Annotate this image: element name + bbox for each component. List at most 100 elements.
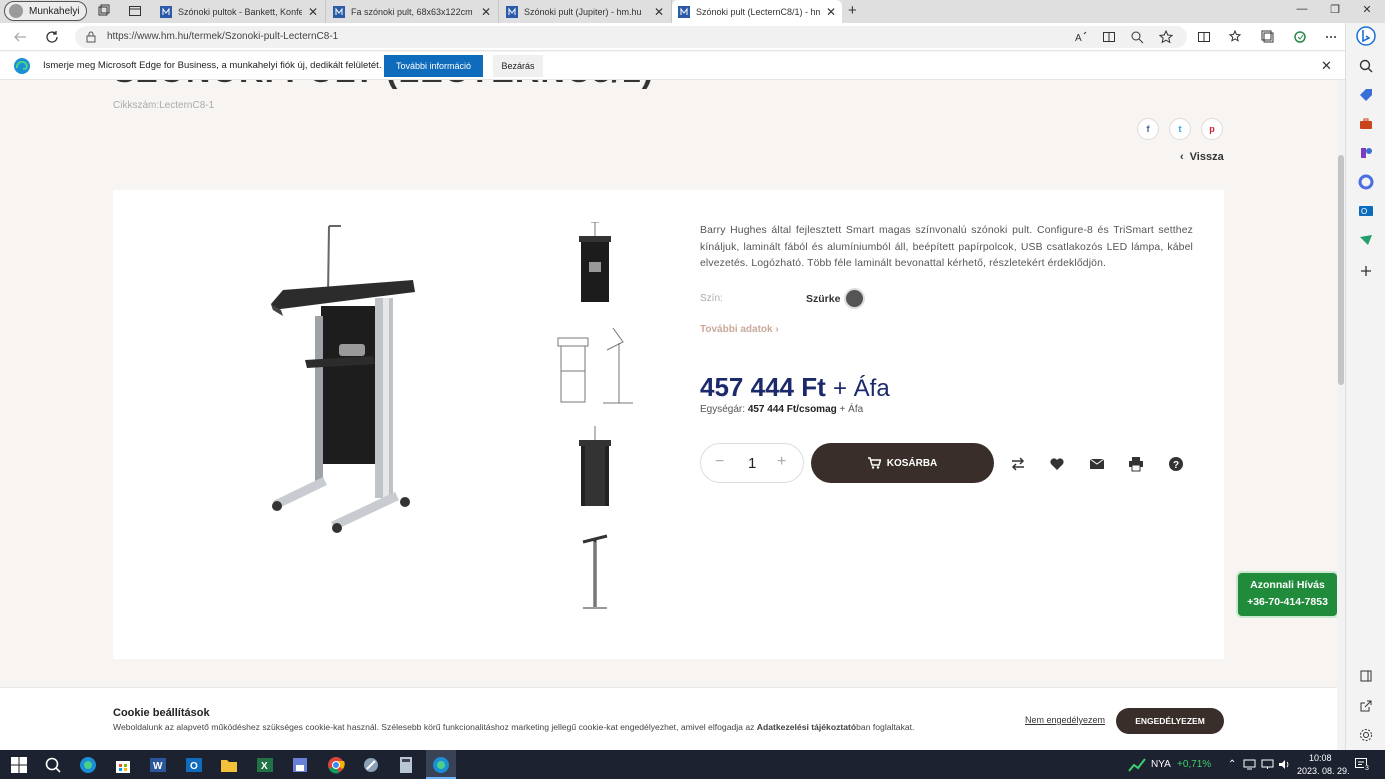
hm-favicon-icon xyxy=(333,5,345,18)
compare-icon[interactable] xyxy=(1010,456,1026,472)
workspaces-icon[interactable] xyxy=(97,4,111,18)
profile-label: Munkahelyi xyxy=(29,5,80,17)
product-main-image[interactable] xyxy=(263,220,423,540)
app-tools-icon[interactable] xyxy=(362,756,380,774)
cookie-text-start: Weboldalunk az alapvető működéshez szüks… xyxy=(113,722,757,732)
word-icon[interactable]: W xyxy=(149,756,167,774)
tools-briefcase-icon[interactable] xyxy=(1358,116,1374,132)
scrollbar-thumb[interactable] xyxy=(1338,155,1344,385)
question-icon[interactable]: ? xyxy=(1168,456,1184,472)
back-icon[interactable] xyxy=(12,29,28,45)
games-icon[interactable] xyxy=(1358,145,1374,161)
add-sidebar-icon[interactable] xyxy=(1358,263,1374,279)
pinterest-share-icon[interactable]: p xyxy=(1201,118,1223,140)
immersive-reader-icon[interactable] xyxy=(1102,30,1116,44)
stock-chart-icon[interactable] xyxy=(1128,757,1146,773)
price-suffix: + Áfa xyxy=(832,375,890,402)
display-icon[interactable] xyxy=(1261,759,1274,770)
app-icon[interactable] xyxy=(291,756,309,774)
sidebar-layout-icon[interactable] xyxy=(1358,668,1374,684)
edge-taskbar-icon[interactable] xyxy=(79,756,97,774)
close-tab-icon[interactable]: ✕ xyxy=(481,5,491,19)
close-tab-icon[interactable]: ✕ xyxy=(654,5,664,19)
zoom-icon[interactable] xyxy=(1130,30,1144,44)
page-title: SZÓNOKI PULT (LECTERNC8/1) xyxy=(113,80,654,91)
bing-copilot-icon[interactable] xyxy=(1356,26,1376,46)
back-link[interactable]: ‹ Vissza xyxy=(1180,151,1224,163)
tab-actions-icon[interactable] xyxy=(128,4,142,18)
outlook-taskbar-icon[interactable]: O xyxy=(185,756,203,774)
cookie-deny-link[interactable]: Nem engedélyezem xyxy=(1025,715,1105,725)
profile-button[interactable]: Munkahelyi xyxy=(4,1,87,21)
chevron-up-icon[interactable]: ⌃ xyxy=(1228,759,1236,770)
network-icon[interactable] xyxy=(1243,759,1256,770)
split-screen-icon[interactable] xyxy=(1197,30,1211,44)
facebook-share-icon[interactable]: f xyxy=(1137,118,1159,140)
chrome-icon[interactable] xyxy=(327,756,345,774)
minimize-button[interactable]: — xyxy=(1294,3,1310,15)
drop-icon[interactable] xyxy=(1358,232,1374,248)
more-info-button[interactable]: További információ xyxy=(384,55,483,77)
add-to-cart-button[interactable]: KOSÁRBA xyxy=(811,443,994,483)
edge-active-icon[interactable] xyxy=(432,756,450,774)
close-tab-icon[interactable]: ✕ xyxy=(826,5,836,19)
avatar xyxy=(9,4,23,18)
product-thumbnail[interactable] xyxy=(575,528,615,612)
more-menu-icon[interactable] xyxy=(1324,30,1338,44)
calculator-icon[interactable] xyxy=(397,756,415,774)
close-tab-icon[interactable]: ✕ xyxy=(308,5,318,19)
product-thumbnail[interactable] xyxy=(575,426,615,510)
extensions-icon[interactable] xyxy=(1293,30,1307,44)
tab-title: Fa szónoki pult, 68x63x122cm (H xyxy=(351,6,475,17)
new-tab-button[interactable]: + xyxy=(848,2,857,19)
search-icon[interactable] xyxy=(1358,58,1374,74)
increase-quantity-button[interactable]: + xyxy=(777,453,786,471)
add-to-cart-label: KOSÁRBA xyxy=(886,457,938,469)
color-value: Szürke xyxy=(806,293,841,305)
read-aloud-icon[interactable]: A xyxy=(1074,30,1088,44)
tab-3[interactable]: Szónoki pult (Jupiter) - hm.hu ✕ xyxy=(500,0,672,23)
print-icon[interactable] xyxy=(1128,456,1144,472)
favorite-star-icon[interactable] xyxy=(1159,30,1173,44)
external-link-icon[interactable] xyxy=(1358,698,1374,714)
windows-start-icon[interactable] xyxy=(10,756,28,774)
envelope-icon[interactable] xyxy=(1089,456,1105,472)
volume-icon[interactable] xyxy=(1278,759,1291,770)
twitter-share-icon[interactable]: t xyxy=(1169,118,1191,140)
tab-2[interactable]: Fa szónoki pult, 68x63x122cm (H ✕ xyxy=(327,0,499,23)
privacy-policy-link[interactable]: Adatkezelési tájékoztató xyxy=(757,722,856,732)
store-icon[interactable] xyxy=(114,756,132,774)
search-icon[interactable] xyxy=(44,756,62,774)
microsoft-365-icon[interactable] xyxy=(1358,174,1374,190)
shopping-tag-icon[interactable] xyxy=(1358,87,1374,103)
tab-active[interactable]: Szónoki pult (LecternC8/1) - hm.h ✕ xyxy=(672,0,842,23)
decrease-quantity-button[interactable]: − xyxy=(715,453,724,471)
settings-gear-icon[interactable] xyxy=(1358,727,1374,743)
file-explorer-icon[interactable] xyxy=(220,756,238,774)
outlook-icon[interactable]: O xyxy=(1358,203,1374,219)
favorites-icon[interactable] xyxy=(1229,30,1243,44)
cookie-allow-button[interactable]: ENGEDÉLYEZEM xyxy=(1116,708,1224,734)
color-swatch[interactable] xyxy=(846,290,863,307)
maximize-button[interactable]: ❐ xyxy=(1327,3,1343,16)
notification-count: 3 xyxy=(1364,765,1370,772)
product-thumbnail[interactable] xyxy=(553,323,639,409)
product-thumbnail[interactable] xyxy=(575,222,615,306)
refresh-icon[interactable] xyxy=(44,29,60,45)
more-data-link[interactable]: További adatok › xyxy=(700,324,779,335)
close-icon[interactable]: ✕ xyxy=(1321,58,1332,74)
excel-icon[interactable]: X xyxy=(256,756,274,774)
clock-date[interactable]: 2023. 08. 29. xyxy=(1297,766,1350,776)
clock-time[interactable]: 10:08 xyxy=(1309,753,1332,763)
product-description: Barry Hughes által fejlesztett Smart mag… xyxy=(700,225,1193,269)
close-info-button[interactable]: Bezárás xyxy=(493,55,543,77)
call-now-button[interactable]: Azonnali Hívás +36-70-414-7853 xyxy=(1238,573,1337,616)
quantity-input[interactable]: 1 xyxy=(748,455,756,472)
collections-icon[interactable] xyxy=(1261,30,1275,44)
url-field[interactable]: https://www.hm.hu/termek/Szonoki-pult-Le… xyxy=(75,26,1187,48)
heart-icon[interactable] xyxy=(1049,456,1065,472)
tab-title: Szónoki pultok - Bankett, Konfer xyxy=(178,6,302,17)
tab-1[interactable]: Szónoki pultok - Bankett, Konfer ✕ xyxy=(154,0,326,23)
close-window-button[interactable]: ✕ xyxy=(1359,3,1375,16)
page-scrollbar[interactable] xyxy=(1337,80,1345,750)
